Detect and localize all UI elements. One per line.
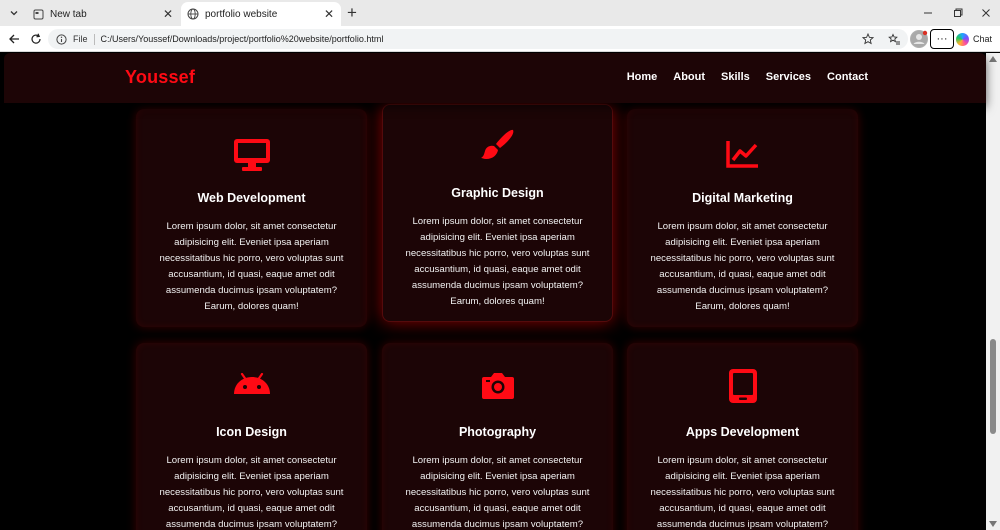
profile-avatar-icon[interactable] (910, 30, 928, 48)
close-window-icon[interactable] (976, 4, 996, 22)
tab-new-tab[interactable]: New tab ✕ (26, 2, 180, 26)
nav-skills[interactable]: Skills (721, 71, 750, 83)
scroll-up-arrow-icon[interactable] (989, 55, 997, 63)
info-icon[interactable] (55, 33, 67, 45)
service-card-digital-marketing[interactable]: Digital Marketing Lorem ipsum dolor, sit… (627, 109, 858, 327)
tab-title: portfolio website (205, 8, 278, 20)
divider (93, 33, 95, 45)
service-description: Lorem ipsum dolor, sit amet consectetur … (650, 221, 835, 312)
tab-title: New tab (50, 8, 87, 20)
url-scheme-label: File (73, 34, 88, 44)
restore-icon[interactable] (948, 4, 968, 22)
favorite-star-icon[interactable] (862, 33, 874, 45)
service-title: Web Development (197, 191, 306, 205)
close-tab-icon[interactable]: ✕ (322, 7, 336, 21)
reload-icon[interactable] (28, 31, 44, 47)
service-card-apps-development[interactable]: Apps Development Lorem ipsum dolor, sit … (627, 343, 858, 530)
new-tab-plus-icon[interactable]: + (344, 3, 360, 22)
browser-tabstrip: New tab ✕ portfolio website ✕ + (0, 0, 1000, 26)
service-card-photography[interactable]: Photography Lorem ipsum dolor, sit amet … (382, 343, 613, 530)
favorites-collection-icon[interactable] (885, 30, 903, 48)
service-description: Lorem ipsum dolor, sit amet consectetur … (650, 455, 835, 530)
android-icon (136, 373, 367, 395)
service-description: Lorem ipsum dolor, sit amet consectetur … (405, 216, 590, 307)
service-card-icon-design[interactable]: Icon Design Lorem ipsum dolor, sit amet … (136, 343, 367, 530)
service-description: Lorem ipsum dolor, sit amet consectetur … (405, 455, 590, 530)
site-logo[interactable]: Youssef (125, 67, 195, 88)
paintbrush-icon (382, 128, 613, 164)
tab-list-chevron-icon[interactable] (4, 3, 24, 23)
nav-home[interactable]: Home (627, 71, 658, 83)
close-tab-icon[interactable]: ✕ (161, 7, 175, 21)
page-scrollbar[interactable] (986, 53, 1000, 530)
chat-label: Chat (973, 34, 993, 44)
service-title: Photography (458, 425, 537, 439)
main-nav: Home About Skills Services Contact (627, 71, 868, 83)
service-description: Lorem ipsum dolor, sit amet consectetur … (159, 455, 344, 530)
scrollbar-thumb[interactable] (990, 339, 996, 434)
nav-about[interactable]: About (673, 71, 705, 83)
service-title: Graphic Design (451, 186, 544, 200)
copilot-chat-button[interactable]: Chat (956, 29, 992, 49)
service-description: Lorem ipsum dolor, sit amet consectetur … (159, 221, 344, 312)
tablet-icon (627, 369, 858, 403)
service-title: Digital Marketing (692, 191, 793, 205)
url-text[interactable]: C:/Users/Youssef/Downloads/project/portf… (101, 34, 384, 44)
address-bar[interactable]: File C:/Users/Youssef/Downloads/project/… (48, 29, 908, 49)
monitor-icon (136, 139, 367, 171)
globe-icon (187, 8, 199, 20)
service-title: Icon Design (216, 425, 287, 439)
scroll-down-arrow-icon[interactable] (989, 520, 997, 528)
page-viewport: Youssef Home About Skills Services Conta… (0, 53, 1000, 530)
browser-toolbar: File C:/Users/Youssef/Downloads/project/… (0, 26, 1000, 52)
back-arrow-icon[interactable] (6, 31, 22, 47)
line-chart-icon (627, 139, 858, 169)
site-header: Youssef Home About Skills Services Conta… (4, 53, 986, 103)
minimize-icon[interactable] (918, 4, 938, 22)
new-tab-page-icon (32, 8, 44, 20)
nav-contact[interactable]: Contact (827, 71, 868, 83)
camera-icon (382, 371, 613, 399)
service-card-web-development[interactable]: Web Development Lorem ipsum dolor, sit a… (136, 109, 367, 327)
service-card-graphic-design[interactable]: Graphic Design Lorem ipsum dolor, sit am… (382, 104, 613, 322)
copilot-icon (956, 32, 969, 46)
settings-more-button[interactable]: ··· (930, 29, 954, 49)
tab-portfolio-website[interactable]: portfolio website ✕ (181, 2, 341, 26)
nav-services[interactable]: Services (766, 71, 811, 83)
service-title: Apps Development (685, 425, 800, 439)
